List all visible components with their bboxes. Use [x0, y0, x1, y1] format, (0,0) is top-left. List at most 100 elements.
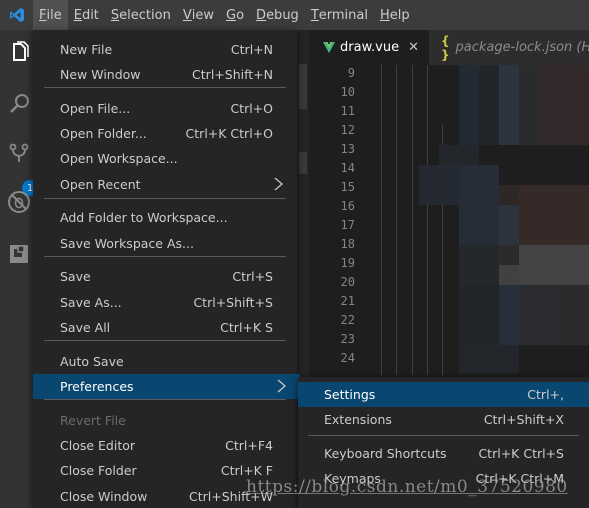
submenu-item-label: Settings	[324, 387, 376, 402]
indent-guide	[381, 65, 382, 375]
menu-item-label: Save All	[60, 320, 111, 335]
search-icon[interactable]	[5, 90, 33, 118]
line-number: 15	[340, 180, 355, 194]
menu-item-shortcut: Ctrl+S	[232, 269, 273, 284]
menu-file-mnemonic: F	[39, 7, 47, 23]
line-number: 21	[340, 294, 355, 308]
menu-item-label: Close Editor	[60, 438, 136, 453]
indent-guide	[396, 65, 397, 375]
line-number: 14	[340, 161, 355, 175]
menu-terminal-mnemonic: T	[310, 7, 319, 23]
line-number: 16	[340, 199, 355, 213]
line-number: 12	[340, 123, 355, 137]
menu-item-new-file[interactable]: New File Ctrl+N	[33, 37, 297, 62]
menu-item-label: Save As...	[60, 295, 122, 310]
menu-item-label: Auto Save	[60, 354, 124, 369]
menu-item-save-as[interactable]: Save As... Ctrl+Shift+S	[33, 290, 297, 315]
line-number: 19	[340, 256, 355, 270]
menu-item-shortcut: Ctrl+K S	[220, 320, 273, 335]
file-menu: New File Ctrl+N New Window Ctrl+Shift+N Open…	[33, 30, 300, 508]
blurred-code-region	[419, 65, 589, 375]
menu-go[interactable]: Go	[220, 0, 250, 30]
menu-item-label: New File	[60, 42, 113, 57]
line-number: 9	[347, 66, 355, 80]
line-number: 23	[340, 332, 355, 346]
menu-view[interactable]: View	[177, 0, 220, 30]
menu-item-label: Open File...	[60, 101, 131, 116]
menu-item-close-editor[interactable]: Close Editor Ctrl+F4	[33, 433, 297, 458]
tab-package-lock-json[interactable]: { } package-lock.json (HEA	[429, 30, 589, 65]
menu-item-open-file[interactable]: Open File... Ctrl+O	[33, 96, 297, 121]
chevron-right-icon	[271, 176, 285, 192]
submenu-item-extensions[interactable]: Extensions Ctrl+Shift+X	[298, 407, 589, 432]
menu-item-save-workspace-as[interactable]: Save Workspace As...	[33, 231, 297, 256]
menu-item-shortcut: Ctrl+O	[230, 101, 273, 116]
editor-tabs: draw.vue ✕ { } package-lock.json (HEA	[309, 30, 589, 65]
menu-selection[interactable]: Selection	[105, 0, 177, 30]
menu-separator	[44, 399, 286, 400]
menu-item-shortcut: Ctrl+Shift+N	[192, 67, 273, 82]
menu-item-label: New Window	[60, 67, 141, 82]
menu-item-open-recent[interactable]: Open Recent	[33, 172, 297, 197]
menu-item-shortcut: Ctrl+K Ctrl+O	[185, 126, 273, 141]
menu-bar: File Edit Selection View Go Debug Termin…	[0, 0, 589, 30]
menu-view-mnemonic: V	[182, 7, 192, 23]
vue-icon	[323, 42, 335, 53]
menu-item-shortcut: Ctrl+F4	[225, 438, 273, 453]
menu-item-label: Add Folder to Workspace...	[60, 210, 228, 225]
extensions-icon[interactable]	[5, 240, 33, 268]
explorer-icon[interactable]	[5, 38, 33, 66]
menu-debug-mnemonic: D	[256, 7, 267, 23]
line-number: 24	[340, 351, 355, 365]
menu-selection-label: election	[119, 7, 171, 23]
menu-item-save[interactable]: Save Ctrl+S	[33, 264, 297, 289]
line-number: 22	[340, 313, 355, 327]
debug-icon[interactable]	[5, 188, 33, 216]
menu-view-label: iew	[191, 7, 214, 23]
menu-separator	[44, 256, 286, 257]
menu-item-preferences[interactable]: Preferences	[33, 374, 300, 399]
menu-terminal[interactable]: Terminal	[305, 0, 374, 30]
menu-item-label: Open Workspace...	[60, 151, 178, 166]
menu-item-auto-save[interactable]: Auto Save	[33, 349, 297, 374]
tab-label: draw.vue	[340, 40, 400, 55]
line-number: 13	[340, 142, 355, 156]
menu-edit[interactable]: Edit	[68, 0, 105, 30]
close-tab-icon[interactable]: ✕	[408, 40, 419, 55]
line-number: 17	[340, 218, 355, 232]
menu-file[interactable]: File	[33, 0, 68, 30]
menu-item-label: Revert File	[60, 413, 126, 428]
submenu-item-settings[interactable]: Settings Ctrl+,	[298, 382, 589, 407]
menu-item-save-all[interactable]: Save All Ctrl+K S	[33, 315, 297, 340]
submenu-item-shortcut: Ctrl+Shift+X	[483, 412, 564, 427]
watermark-text: https://blog.csdn.net/m0_37520980	[246, 477, 568, 497]
line-number: 18	[340, 237, 355, 251]
menu-item-new-window[interactable]: New Window Ctrl+Shift+N	[33, 62, 297, 87]
menu-item-label: Open Folder...	[60, 126, 147, 141]
menu-edit-mnemonic: E	[73, 7, 82, 23]
menu-help[interactable]: Help	[374, 0, 416, 30]
submenu-item-keyboard-shortcuts[interactable]: Keyboard Shortcuts Ctrl+K Ctrl+S	[298, 441, 589, 466]
menu-item-add-folder-to-workspace[interactable]: Add Folder to Workspace...	[33, 205, 297, 230]
menu-debug[interactable]: Debug	[250, 0, 305, 30]
indent-guide	[427, 65, 428, 375]
menu-item-shortcut: Ctrl+Shift+S	[193, 295, 273, 310]
menu-go-label: o	[236, 7, 245, 23]
menu-item-revert-file: Revert File	[33, 408, 297, 433]
tab-draw-vue[interactable]: draw.vue ✕	[309, 30, 429, 65]
submenu-item-label: Keyboard Shortcuts	[324, 446, 447, 461]
sidebar-scroll-thumb-2[interactable]	[299, 152, 307, 174]
menu-item-label: Preferences	[60, 379, 134, 394]
source-control-icon[interactable]	[5, 140, 33, 168]
menu-item-open-workspace[interactable]: Open Workspace...	[33, 146, 297, 171]
activity-bar: 1	[0, 30, 38, 508]
sidebar-scroll-thumb[interactable]	[299, 64, 307, 109]
tab-label: package-lock.json (HEA	[455, 40, 589, 55]
menu-debug-label: ebug	[266, 7, 299, 23]
menu-item-label: Save Workspace As...	[60, 236, 194, 251]
menu-item-open-folder[interactable]: Open Folder... Ctrl+K Ctrl+O	[33, 121, 297, 146]
json-braces-icon: { }	[441, 33, 450, 62]
menu-separator	[44, 198, 286, 199]
submenu-item-label: Extensions	[324, 412, 392, 427]
line-number: 11	[340, 104, 355, 118]
